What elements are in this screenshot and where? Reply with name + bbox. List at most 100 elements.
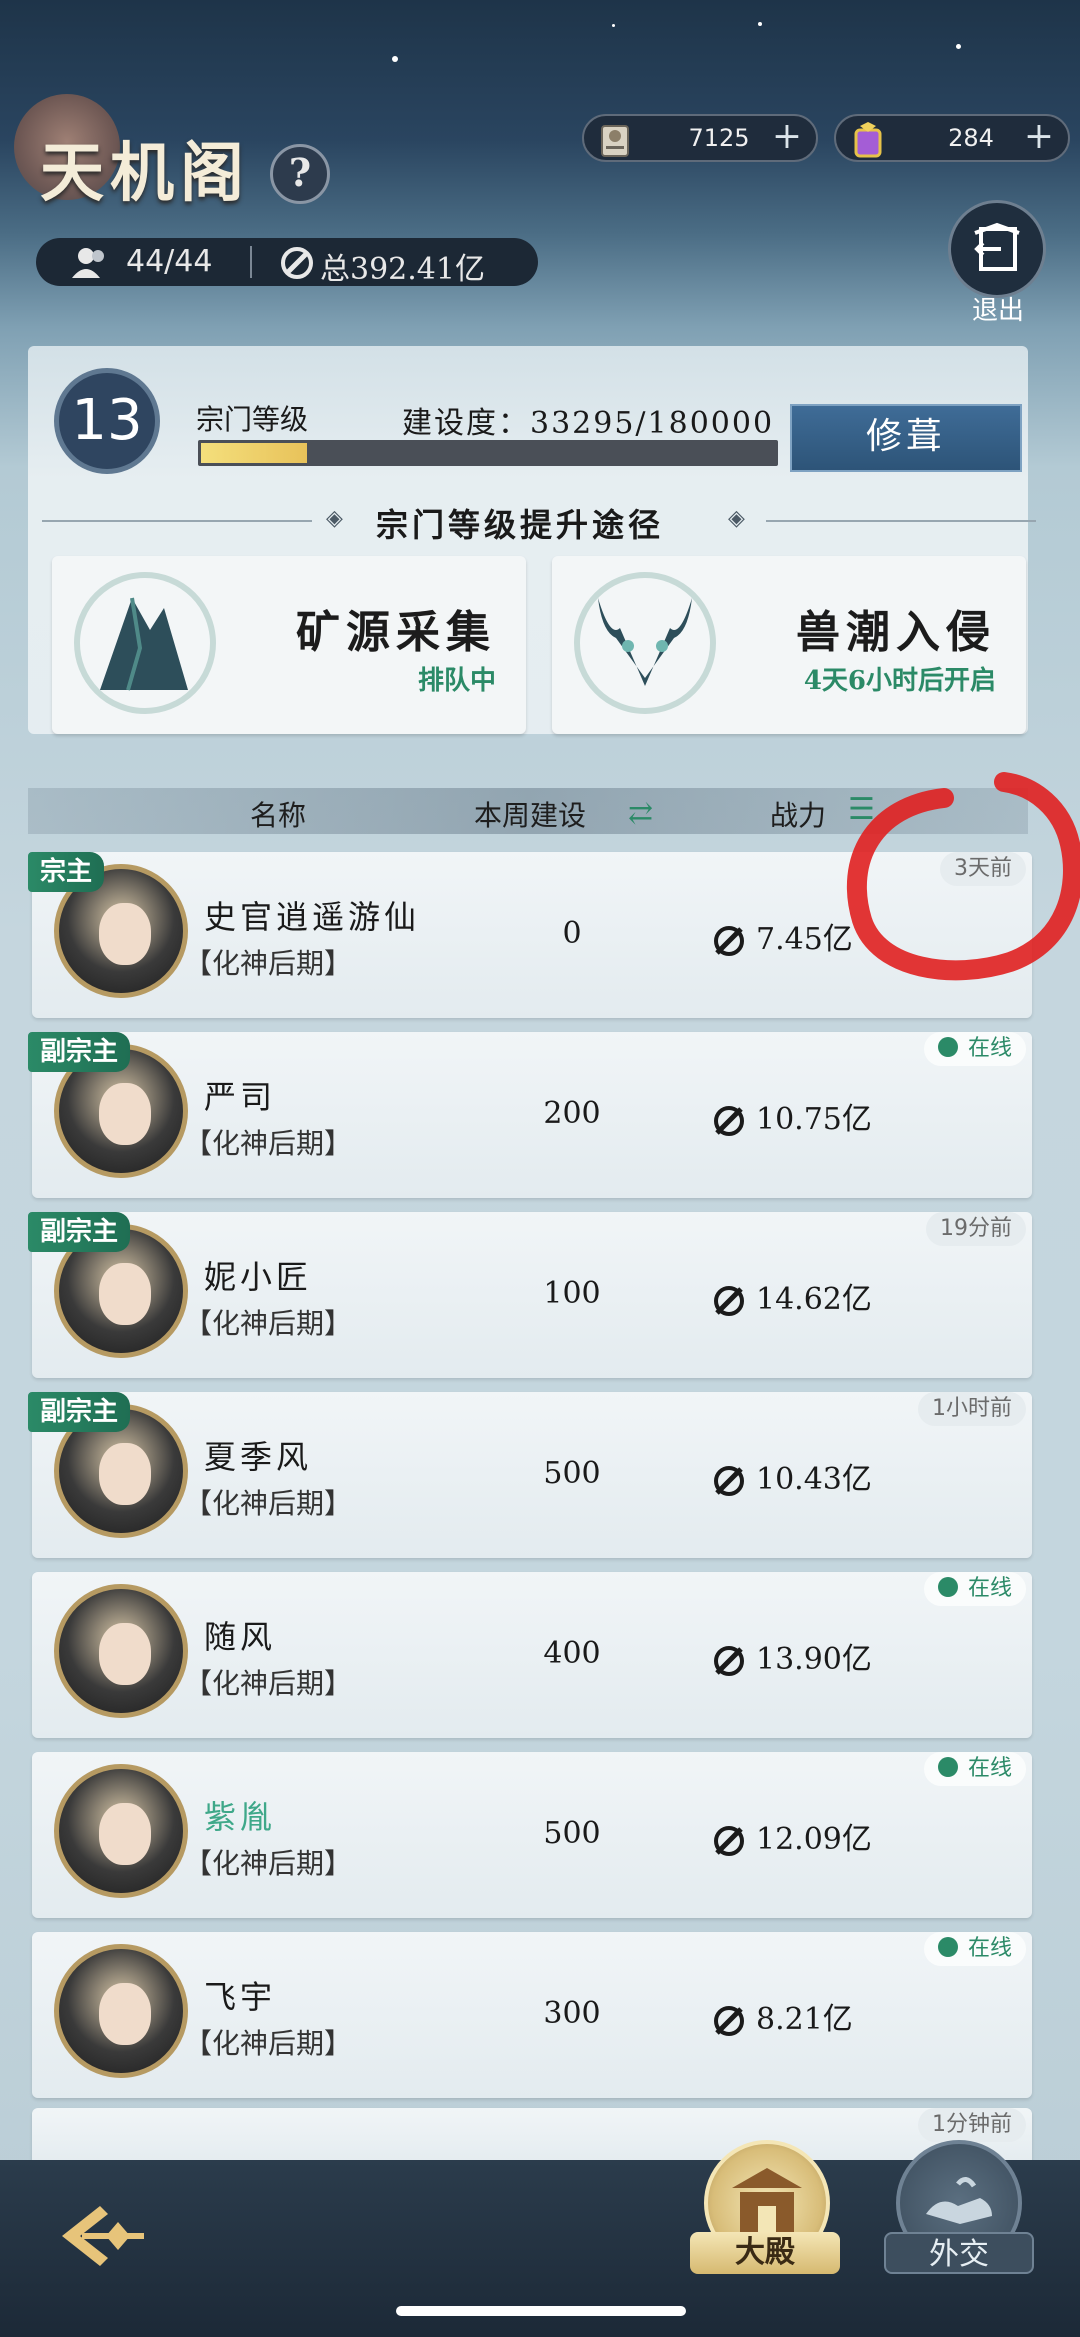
build-progress-fill bbox=[201, 443, 308, 463]
status-text: 19分前 bbox=[940, 1216, 1012, 1241]
power-icon bbox=[714, 1646, 744, 1676]
member-power: 7.45亿 bbox=[712, 914, 853, 958]
beast-tide-card[interactable]: 兽潮入侵 4天6小时后开启 bbox=[552, 556, 1026, 734]
divider bbox=[766, 520, 1036, 522]
member-name: 随风 bbox=[204, 1618, 277, 1656]
online-status: 在线 bbox=[923, 1572, 1026, 1606]
beast-mask-icon bbox=[574, 572, 716, 714]
power-icon bbox=[714, 2006, 744, 2036]
table-row[interactable]: 紫胤 【化神后期】 500 12.09亿 在线 bbox=[32, 1752, 1032, 1918]
back-arrow-icon[interactable] bbox=[46, 2196, 150, 2276]
member-power: 10.75亿 bbox=[712, 1094, 872, 1138]
sect-level-label: 宗门等级 bbox=[196, 403, 309, 436]
status-text: 在线 bbox=[967, 1756, 1012, 1781]
shuffle-sort-icon[interactable]: ⇄ bbox=[628, 796, 653, 831]
member-name: 夏季风 bbox=[204, 1438, 313, 1476]
sect-level-badge: 13 bbox=[54, 368, 160, 474]
member-power: 14.62亿 bbox=[712, 1274, 872, 1318]
build-progress-text: 建设度：33295/180000 bbox=[402, 406, 775, 441]
role-badge: 副宗主 bbox=[28, 1032, 131, 1072]
table-row[interactable]: 飞宇【化神后期】 300 8.21亿 在线 bbox=[32, 1932, 1032, 2098]
last-online-status: 19分前 bbox=[926, 1212, 1026, 1246]
star-decor bbox=[956, 44, 961, 49]
table-row-partial[interactable]: 1分钟前 bbox=[32, 2108, 1032, 2168]
repair-button[interactable]: 修葺 bbox=[790, 404, 1022, 472]
member-rank: 【化神后期】 bbox=[184, 1847, 353, 1880]
member-power: 12.09亿 bbox=[712, 1814, 872, 1858]
table-row[interactable]: 严司 【化神后期】 200 10.75亿 在线 bbox=[32, 1032, 1032, 1198]
avatar-face bbox=[99, 1623, 151, 1685]
sect-stats-bar: 44/44 总392.41亿 bbox=[36, 238, 538, 287]
member-power-value: 8.21亿 bbox=[756, 2002, 853, 2037]
page-title: 天机阁 bbox=[40, 136, 250, 211]
beast-tide-card-status: 4天6小时后开启 bbox=[803, 666, 996, 696]
member-name: 飞宇 bbox=[204, 1978, 277, 2016]
gem-icon bbox=[846, 118, 890, 162]
member-power-value: 12.09亿 bbox=[756, 1822, 872, 1857]
member-rank: 【化神后期】 bbox=[184, 1667, 353, 1700]
members-icon bbox=[68, 246, 112, 286]
help-button[interactable]: ? bbox=[270, 144, 330, 204]
member-rank: 【化神后期】 bbox=[184, 947, 353, 980]
mining-card-title: 矿源采集 bbox=[296, 607, 496, 658]
member-power-value: 10.43亿 bbox=[756, 1462, 872, 1497]
power-icon bbox=[714, 926, 744, 956]
member-name: 严司 bbox=[204, 1078, 277, 1116]
hall-tab-label[interactable]: 大殿 bbox=[690, 2232, 840, 2274]
add-scroll-button[interactable]: + bbox=[772, 116, 802, 158]
power-icon bbox=[714, 1826, 744, 1856]
avatar-face bbox=[99, 1803, 151, 1865]
status-text: 在线 bbox=[967, 1936, 1012, 1961]
mining-card[interactable]: 矿源采集 排队中 bbox=[52, 556, 526, 734]
member-rank: 【化神后期】 bbox=[184, 1487, 353, 1520]
col-power: 战力 bbox=[770, 799, 827, 832]
role-badge: 副宗主 bbox=[28, 1212, 131, 1252]
weekly-build: 0 bbox=[562, 916, 582, 951]
member-rank: 【化神后期】 bbox=[184, 2027, 353, 2060]
weekly-build: 500 bbox=[543, 1456, 601, 1491]
home-indicator[interactable] bbox=[396, 2306, 686, 2316]
avatar-face bbox=[99, 1083, 151, 1145]
online-status: 在线 bbox=[923, 1932, 1026, 1966]
member-power-value: 13.90亿 bbox=[756, 1642, 872, 1677]
member-power: 8.21亿 bbox=[712, 1994, 853, 2038]
star-decor bbox=[392, 56, 398, 62]
mining-card-status: 排队中 bbox=[417, 666, 496, 696]
mountain-icon bbox=[74, 572, 216, 714]
power-icon bbox=[714, 1106, 744, 1136]
member-rank: 【化神后期】 bbox=[184, 1307, 353, 1340]
table-row[interactable]: 随风 【化神后期】 400 13.90亿 在线 bbox=[32, 1572, 1032, 1738]
add-gem-button[interactable]: + bbox=[1024, 116, 1054, 158]
avatar[interactable] bbox=[54, 1584, 188, 1718]
member-power-value: 14.62亿 bbox=[756, 1282, 872, 1317]
resource-gem: 284 + bbox=[834, 114, 1070, 162]
scroll-count: 7125 bbox=[688, 124, 750, 152]
exit-button[interactable] bbox=[948, 200, 1046, 298]
divider bbox=[42, 520, 312, 522]
col-weekly: 本周建设 bbox=[474, 799, 587, 832]
table-row[interactable]: 夏季风【化神后期】 500 10.43亿 1小时前 bbox=[32, 1392, 1032, 1558]
beast-tide-card-title: 兽潮入侵 bbox=[796, 607, 996, 658]
status-text: 1小时前 bbox=[932, 1396, 1012, 1421]
avatar-face bbox=[99, 1983, 151, 2045]
exit-door-icon bbox=[974, 222, 1020, 271]
weekly-build: 500 bbox=[543, 1816, 601, 1851]
weekly-build: 200 bbox=[543, 1096, 601, 1131]
online-dot-icon bbox=[937, 1937, 958, 1957]
avatar[interactable] bbox=[54, 1764, 188, 1898]
red-annotation-circle bbox=[846, 772, 1080, 981]
table-row[interactable]: 妮小匠 【化神后期】 100 14.62亿 19分前 bbox=[32, 1212, 1032, 1378]
member-rank: 【化神后期】 bbox=[184, 1127, 353, 1160]
diamond-icon: ◈ bbox=[326, 506, 343, 531]
role-badge: 宗主 bbox=[28, 852, 105, 892]
star-decor bbox=[612, 24, 615, 27]
power-icon bbox=[714, 1286, 744, 1316]
exit-label: 退出 bbox=[971, 296, 1024, 326]
weekly-build: 300 bbox=[543, 1996, 601, 2031]
online-status: 在线 bbox=[923, 1752, 1026, 1786]
last-online-status: 1分钟前 bbox=[918, 2108, 1026, 2142]
last-online-status: 1小时前 bbox=[918, 1392, 1026, 1426]
avatar[interactable] bbox=[54, 1944, 188, 2078]
member-name: 史官逍遥游仙 bbox=[204, 898, 421, 936]
diplomacy-tab-label[interactable]: 外交 bbox=[884, 2232, 1034, 2274]
